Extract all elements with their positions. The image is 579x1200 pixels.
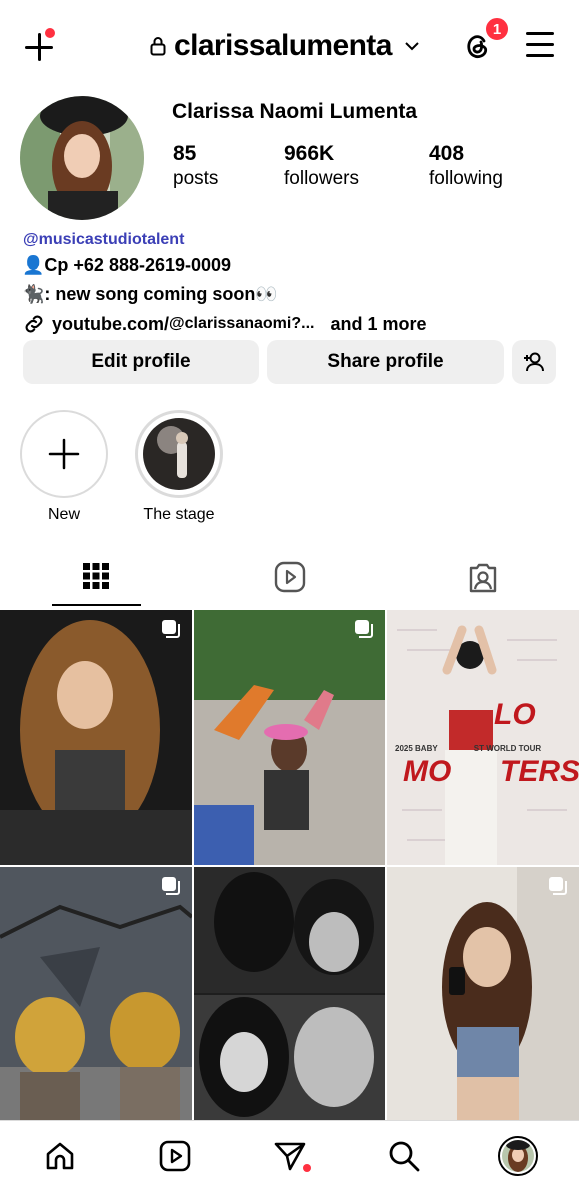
share-profile-button[interactable]: Share profile [267,340,504,384]
banner-text-lo: LO [494,698,536,731]
notification-dot [45,28,55,38]
direct-icon[interactable] [273,1139,307,1173]
profile-avatar-icon[interactable] [498,1136,538,1176]
post-thumbnail-2[interactable] [194,610,385,865]
banner-text-ters: TERS [500,755,579,788]
link-path: @clarissanaomi?... [169,315,315,332]
banner-text-small: 2025 BABY ST WORLD TOUR [395,744,542,753]
post-thumbnail-3[interactable]: 2025 BABY ST WORLD TOUR LO MO TERS [387,610,579,865]
multi-post-icon [162,620,180,638]
bio-line-status: 🐈‍⬛: new song coming soon👀 [22,284,278,304]
highlight-label-new: New [47,506,80,523]
highlight-label-stage: The stage [143,506,215,523]
menu-icon[interactable] [526,32,554,58]
bio-line-contact: 👤Cp +62 888-2619-0009 [22,255,232,275]
post-thumbnail-6[interactable] [387,867,579,1120]
active-tab-indicator [52,604,141,606]
highlight-cover-image [143,418,215,490]
search-icon[interactable] [387,1139,421,1173]
bio-links[interactable]: youtube.com/@clarissanaomi?... and 1 mor… [22,312,426,336]
add-person-icon [524,352,544,372]
threads-badge: 1 [484,16,510,42]
username: clarissalumenta [174,29,392,62]
grid-icon[interactable] [76,558,116,598]
post-thumbnail-1[interactable] [0,610,192,865]
following-count[interactable]: 408 following [429,142,503,192]
home-icon[interactable] [43,1139,77,1173]
new-highlight-button[interactable] [20,410,108,498]
direct-notification-dot [303,1164,311,1172]
link-domain: youtube.com/ [52,313,170,334]
link-more: and 1 more [330,313,427,334]
link-icon [25,315,43,333]
bio-mention-link[interactable]: @musicastudiotalent [23,231,184,249]
bottom-navigation [0,1120,579,1200]
plus-icon [48,438,80,470]
posts-count: 85 posts [173,142,219,189]
lock-icon [150,37,166,56]
reels-nav-icon[interactable] [158,1139,192,1173]
chevron-down-icon [405,42,419,51]
reels-icon[interactable] [270,558,310,598]
create-post-button[interactable] [22,28,56,64]
avatar-photo [20,96,144,220]
discover-people-button[interactable] [512,340,556,384]
highlight-the-stage[interactable] [135,410,223,498]
full-name: Clarissa Naomi Lumenta [172,100,418,123]
followers-count[interactable]: 966K followers [284,142,359,192]
multi-post-icon [162,877,180,895]
banner-text-mo: MO [403,755,452,788]
post-thumbnail-4[interactable] [0,867,192,1120]
multi-post-icon [355,620,373,638]
post-thumbnail-5[interactable] [194,867,385,1120]
profile-avatar[interactable] [20,96,144,220]
tagged-icon[interactable] [463,558,503,598]
edit-profile-button[interactable]: Edit profile [23,340,259,384]
multi-post-icon [549,877,567,895]
account-switcher[interactable]: clarissalumenta [150,26,420,66]
